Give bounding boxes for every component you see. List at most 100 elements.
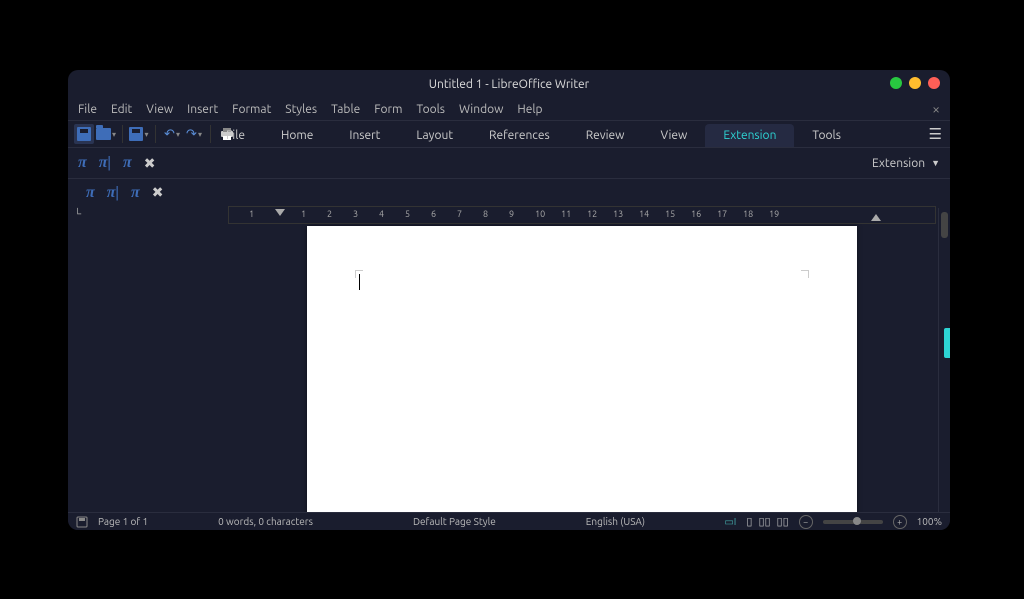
maximize-button[interactable] xyxy=(909,77,921,89)
menu-format[interactable]: Format xyxy=(232,103,271,116)
single-page-view-icon[interactable]: ▯ xyxy=(746,515,752,528)
menu-file[interactable]: File xyxy=(78,103,97,116)
chevron-down-icon: ▾ xyxy=(176,130,180,139)
tab-extension[interactable]: Extension xyxy=(705,124,794,147)
ruler-tick: 3 xyxy=(353,209,358,219)
zoom-in-button[interactable]: + xyxy=(893,515,907,529)
ruler-tick: 1 xyxy=(249,209,254,219)
menu-table[interactable]: Table xyxy=(331,103,360,116)
save-button[interactable] xyxy=(74,124,94,144)
document-page[interactable] xyxy=(307,226,857,512)
chevron-down-icon: ▾ xyxy=(112,130,116,139)
editor-area: └ 1 1 2 3 4 5 6 7 8 9 10 11 12 13 14 15 … xyxy=(68,206,950,512)
status-page[interactable]: Page 1 of 1 xyxy=(98,516,148,527)
text-cursor xyxy=(359,274,360,290)
notebookbar-tabs: File Home Insert Layout References Revie… xyxy=(208,121,859,149)
extension-panel-label[interactable]: Extension xyxy=(872,157,925,170)
menu-help[interactable]: Help xyxy=(517,103,542,116)
tab-references[interactable]: References xyxy=(471,124,568,147)
horizontal-ruler[interactable]: 1 1 2 3 4 5 6 7 8 9 10 11 12 13 14 15 16… xyxy=(228,206,936,224)
menu-form[interactable]: Form xyxy=(374,103,402,116)
status-zoom[interactable]: 100% xyxy=(917,516,942,527)
selection-mode-icon[interactable]: ▭I xyxy=(724,516,736,528)
zoom-out-button[interactable]: − xyxy=(799,515,813,529)
status-language[interactable]: English (USA) xyxy=(586,516,645,527)
status-word-count[interactable]: 0 words, 0 characters xyxy=(218,516,313,527)
hamburger-menu-button[interactable]: ☰ xyxy=(929,125,942,143)
settings-icon[interactable]: ✖ xyxy=(144,155,156,172)
window-title: Untitled 1 - LibreOffice Writer xyxy=(429,78,589,91)
menu-window[interactable]: Window xyxy=(459,103,503,116)
view-mode-icons: ▯ ▯▯ ▯▯ xyxy=(746,515,788,528)
ruler-tick: 19 xyxy=(769,209,779,219)
formula-bars-icon[interactable]: π| xyxy=(107,184,119,202)
status-page-style[interactable]: Default Page Style xyxy=(413,516,496,527)
open-button[interactable]: ▾ xyxy=(96,124,116,144)
formula-variant-icon[interactable]: π xyxy=(123,154,132,172)
tab-layout[interactable]: Layout xyxy=(398,124,471,147)
ruler-tick: 6 xyxy=(431,209,436,219)
separator xyxy=(122,125,123,143)
extension-icon-group: π π| π ✖ xyxy=(78,154,155,172)
folder-open-icon xyxy=(96,128,111,140)
vertical-scrollbar[interactable] xyxy=(938,208,950,512)
minimize-button[interactable] xyxy=(890,77,902,89)
formula-pi-icon[interactable]: π xyxy=(78,154,87,172)
separator xyxy=(155,125,156,143)
title-bar: Untitled 1 - LibreOffice Writer xyxy=(68,70,950,98)
redo-button[interactable]: ↷▾ xyxy=(184,124,204,144)
book-view-icon[interactable]: ▯▯ xyxy=(777,515,789,528)
tab-file[interactable]: File xyxy=(208,124,263,147)
ruler-tick: 14 xyxy=(639,209,649,219)
ruler-tick: 15 xyxy=(665,209,675,219)
save-status-icon[interactable] xyxy=(76,516,88,528)
ruler-tick: 18 xyxy=(743,209,753,219)
zoom-slider-knob[interactable] xyxy=(853,517,861,525)
menu-view[interactable]: View xyxy=(146,103,173,116)
sidebar-handle-icon[interactable] xyxy=(944,328,950,358)
ruler-tick: 10 xyxy=(535,209,545,219)
document-viewport: 1 1 2 3 4 5 6 7 8 9 10 11 12 13 14 15 16… xyxy=(228,206,936,512)
standard-toolbar: ▾ ▾ ↶▾ ↷▾ File Home Insert Layout Refere… xyxy=(68,120,950,148)
formula-variant-icon[interactable]: π xyxy=(131,184,140,202)
tab-view[interactable]: View xyxy=(642,124,705,147)
chevron-down-icon: ▾ xyxy=(144,130,148,139)
window-controls xyxy=(890,77,940,89)
menu-styles[interactable]: Styles xyxy=(285,103,317,116)
extension-toolbar: π π| π ✖ Extension ▼ xyxy=(68,148,950,178)
save-as-button[interactable]: ▾ xyxy=(129,124,149,144)
ruler-tick: 5 xyxy=(405,209,410,219)
indent-marker-right-icon[interactable] xyxy=(871,214,881,221)
menu-tools[interactable]: Tools xyxy=(416,103,445,116)
chevron-down-icon: ▾ xyxy=(198,130,202,139)
ruler-tick: 1 xyxy=(301,209,306,219)
tab-home[interactable]: Home xyxy=(263,124,331,147)
vertical-ruler-mark: └ xyxy=(74,208,81,220)
tab-tools[interactable]: Tools xyxy=(794,124,859,147)
ruler-tick: 17 xyxy=(717,209,727,219)
tab-insert[interactable]: Insert xyxy=(331,124,398,147)
menu-bar: File Edit View Insert Format Styles Tabl… xyxy=(68,98,950,120)
tab-review[interactable]: Review xyxy=(568,124,643,147)
scrollbar-thumb[interactable] xyxy=(941,212,948,238)
ruler-tick: 11 xyxy=(561,209,571,219)
multi-page-view-icon[interactable]: ▯▯ xyxy=(758,515,770,528)
formula-pi-icon[interactable]: π xyxy=(86,184,95,202)
margin-corner-tr-icon xyxy=(801,270,809,278)
app-window: Untitled 1 - LibreOffice Writer File Edi… xyxy=(68,70,950,530)
ruler-tick: 2 xyxy=(327,209,332,219)
ruler-tick: 9 xyxy=(509,209,514,219)
undo-button[interactable]: ↶▾ xyxy=(162,124,182,144)
menu-edit[interactable]: Edit xyxy=(111,103,132,116)
zoom-slider[interactable] xyxy=(823,520,883,524)
menu-insert[interactable]: Insert xyxy=(187,103,218,116)
indent-marker-left-icon[interactable] xyxy=(275,209,285,216)
close-document-button[interactable]: × xyxy=(932,101,940,117)
ruler-tick: 12 xyxy=(587,209,597,219)
settings-icon[interactable]: ✖ xyxy=(152,184,164,201)
save-icon xyxy=(77,127,91,141)
formula-bars-icon[interactable]: π| xyxy=(99,154,111,172)
chevron-down-icon: ▼ xyxy=(931,158,940,168)
window-close-button[interactable] xyxy=(928,77,940,89)
extension-toolbar-secondary: π π| π ✖ xyxy=(68,178,950,206)
